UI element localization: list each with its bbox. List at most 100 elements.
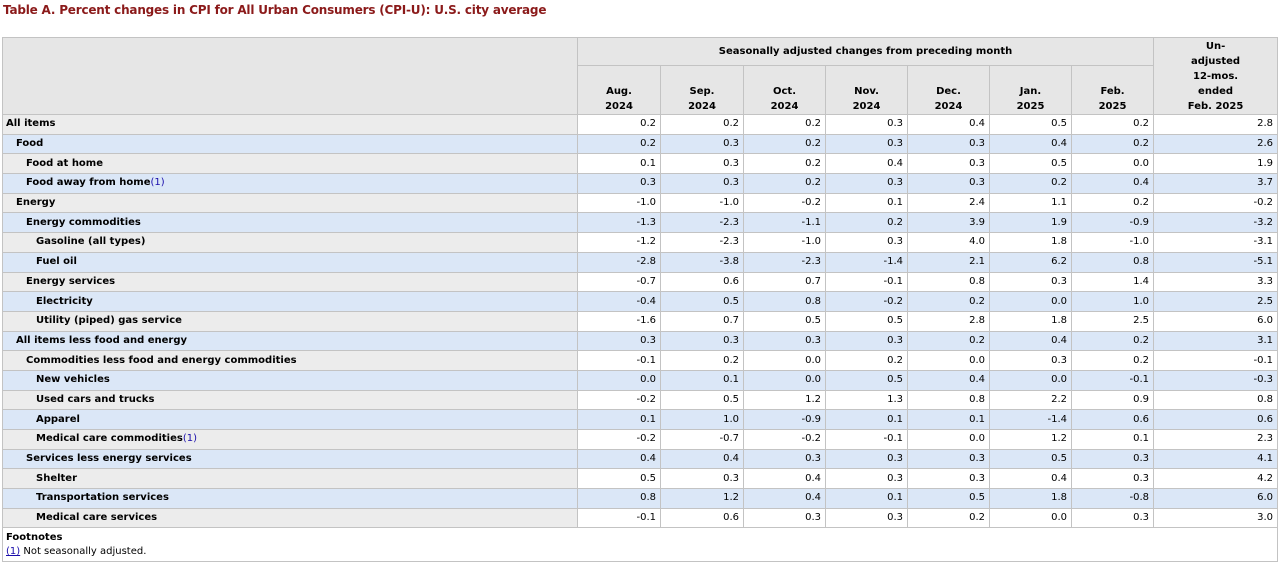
value-cell: 0.3 xyxy=(825,507,908,529)
footnote-ref[interactable]: (1) xyxy=(150,177,164,188)
value-cell: 2.4 xyxy=(907,192,990,214)
footnote-ref[interactable]: (1) xyxy=(183,433,197,444)
value-cell: 0.4 xyxy=(1070,173,1155,194)
unadjusted-value-cell: 0.6 xyxy=(1153,409,1279,430)
unadjusted-header: Un- adjusted 12-mos. ended Feb. 2025 xyxy=(1153,37,1279,115)
year-label: 2025 xyxy=(1098,101,1127,112)
unadjusted-value-cell: 0.8 xyxy=(1153,389,1279,411)
seasonally-adjusted-header: Seasonally adjusted changes from precedi… xyxy=(576,37,1155,66)
value-cell: 0.2 xyxy=(743,114,826,135)
value-cell: 0.2 xyxy=(743,153,826,175)
value-cell: -0.1 xyxy=(1070,369,1155,391)
table-row: All items less food and energy 0.3 0.3 0.3 0… xyxy=(2,330,1279,352)
month-header: Sep. 2024 xyxy=(660,65,744,115)
year-label: 2024 xyxy=(605,101,633,112)
value-cell: 0.2 xyxy=(743,133,826,155)
value-cell: 0.6 xyxy=(1070,409,1155,430)
table-row: Medical care services -0.1 0.6 0.3 0.3 0.2 0.0… xyxy=(2,507,1279,529)
value-cell: -3.8 xyxy=(660,251,744,273)
unadjusted-value-cell: -0.3 xyxy=(1153,369,1279,391)
row-label: New vehicles xyxy=(2,369,578,391)
value-cell: 0.3 xyxy=(907,153,990,175)
value-cell: 0.8 xyxy=(907,389,990,411)
value-cell: 0.5 xyxy=(989,114,1072,135)
value-cell: 0.3 xyxy=(577,330,661,352)
row-label: Food xyxy=(2,133,578,155)
value-cell: 0.5 xyxy=(825,369,908,391)
value-cell: 1.9 xyxy=(989,212,1072,234)
value-cell: 2.5 xyxy=(1070,310,1155,332)
table-row: Food away from home(1) 0.3 0.3 0.2 0.3 0.3 0.2… xyxy=(2,173,1279,194)
footnotes-heading: Footnotes xyxy=(6,532,63,544)
value-cell: -2.3 xyxy=(660,212,744,234)
value-cell: 0.2 xyxy=(1070,350,1155,371)
table-row: Energy commodities -1.3 -2.3 -1.1 0.2 3.9 1.9-… xyxy=(2,212,1279,234)
value-cell: 0.2 xyxy=(907,291,990,312)
value-cell: -1.1 xyxy=(743,212,826,234)
year-label: 2024 xyxy=(934,101,963,112)
row-label: All items less food and energy xyxy=(2,330,578,352)
footnote-link[interactable]: (1) xyxy=(6,546,20,557)
value-cell: 0.2 xyxy=(577,133,661,155)
value-cell: 4.0 xyxy=(907,232,990,253)
table-row: Shelter 0.5 0.3 0.4 0.3 0.3 0.4 0.3 4.2 xyxy=(2,468,1279,490)
value-cell: 0.2 xyxy=(825,212,908,234)
value-cell: 0.2 xyxy=(1070,192,1155,214)
value-cell: 0.8 xyxy=(907,271,990,293)
row-label: Energy services xyxy=(2,271,578,293)
row-label-text: Medical care services xyxy=(36,512,158,524)
value-cell: 1.0 xyxy=(1070,291,1155,312)
value-cell: 0.3 xyxy=(577,173,661,194)
value-cell: 0.3 xyxy=(825,232,908,253)
table-row: Commodities less food and energy commodi… xyxy=(2,350,1279,371)
unadjusted-value-cell: 6.0 xyxy=(1153,488,1279,509)
month-header: Oct. 2024 xyxy=(743,65,826,115)
value-cell: 0.3 xyxy=(1070,507,1155,529)
value-cell: -0.7 xyxy=(660,429,744,450)
cpi-table: Seasonally adjusted changes from precedi… xyxy=(1,37,1279,563)
value-cell: 0.0 xyxy=(743,369,826,391)
unadjusted-value-cell: -3.1 xyxy=(1153,232,1279,253)
value-cell: -0.2 xyxy=(577,389,661,411)
value-cell: 0.3 xyxy=(825,330,908,352)
value-cell: 0.8 xyxy=(1070,251,1155,273)
table-row: Energy services -0.7 0.6 0.7 -0.1 0.8 0.3 1.4 3.… xyxy=(2,271,1279,293)
value-cell: 0.0 xyxy=(989,369,1072,391)
table-row: Gasoline (all types) -1.2 -2.3 -1.0 0.3 4.0 1.… xyxy=(2,232,1279,253)
value-cell: 1.8 xyxy=(989,232,1072,253)
unadjusted-value-cell: -3.2 xyxy=(1153,212,1279,234)
value-cell: -0.1 xyxy=(577,350,661,371)
value-cell: -1.0 xyxy=(1070,232,1155,253)
value-cell: 1.8 xyxy=(989,488,1072,509)
value-cell: 0.1 xyxy=(825,192,908,214)
value-cell: 1.1 xyxy=(989,192,1072,214)
row-label: Fuel oil xyxy=(2,251,578,273)
value-cell: 1.0 xyxy=(660,409,744,430)
value-cell: 0.3 xyxy=(907,133,990,155)
row-label-text: Transportation services xyxy=(36,492,169,504)
row-label-text: New vehicles xyxy=(36,374,110,386)
value-cell: -1.3 xyxy=(577,212,661,234)
unadjusted-value-cell: -5.1 xyxy=(1153,251,1279,273)
table-row: Services less energy services 0.4 0.4 0.3 0.… xyxy=(2,448,1279,470)
value-cell: 0.4 xyxy=(907,369,990,391)
value-cell: 0.2 xyxy=(660,350,744,371)
value-cell: 0.1 xyxy=(577,409,661,430)
month-header: Aug. 2024 xyxy=(577,65,661,115)
value-cell: -0.7 xyxy=(577,271,661,293)
row-label: Transportation services xyxy=(2,488,578,509)
value-cell: -2.8 xyxy=(577,251,661,273)
value-cell: 0.2 xyxy=(743,173,826,194)
value-cell: 1.2 xyxy=(743,389,826,411)
value-cell: 0.4 xyxy=(825,153,908,175)
value-cell: 0.2 xyxy=(907,330,990,352)
table-title: Table A. Percent changes in CPI for All … xyxy=(3,3,547,17)
value-cell: 0.3 xyxy=(660,468,744,490)
table-row: Fuel oil -2.8 -3.8 -2.3 -1.4 2.1 6.2 0.8 -5.1 xyxy=(2,251,1279,273)
value-cell: 0.3 xyxy=(825,173,908,194)
unadjusted-line: Feb. 2025 xyxy=(1187,100,1244,112)
value-cell: 0.0 xyxy=(989,507,1072,529)
unadjusted-line: adjusted xyxy=(1190,55,1241,67)
value-cell: 0.5 xyxy=(577,468,661,490)
table-row: Food 0.2 0.3 0.2 0.3 0.3 0.4 0.2 2.6 xyxy=(2,133,1279,155)
